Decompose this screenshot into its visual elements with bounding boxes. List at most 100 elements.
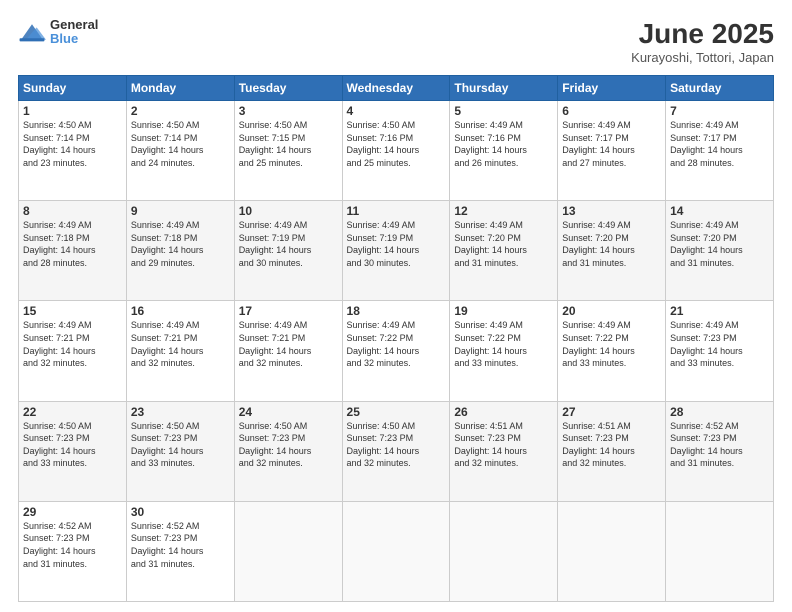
- logo: General Blue: [18, 18, 98, 47]
- week-row-5: 29Sunrise: 4:52 AM Sunset: 7:23 PM Dayli…: [19, 501, 774, 601]
- table-cell: 28Sunrise: 4:52 AM Sunset: 7:23 PM Dayli…: [666, 401, 774, 501]
- calendar-subtitle: Kurayoshi, Tottori, Japan: [631, 50, 774, 65]
- table-cell: 21Sunrise: 4:49 AM Sunset: 7:23 PM Dayli…: [666, 301, 774, 401]
- day-number: 23: [131, 405, 230, 419]
- header-thursday: Thursday: [450, 76, 558, 101]
- table-cell: 26Sunrise: 4:51 AM Sunset: 7:23 PM Dayli…: [450, 401, 558, 501]
- header-wednesday: Wednesday: [342, 76, 450, 101]
- table-cell: [234, 501, 342, 601]
- day-info: Sunrise: 4:49 AM Sunset: 7:16 PM Dayligh…: [454, 119, 553, 169]
- day-number: 8: [23, 204, 122, 218]
- logo-line1: General: [50, 18, 98, 32]
- day-info: Sunrise: 4:49 AM Sunset: 7:21 PM Dayligh…: [239, 319, 338, 369]
- table-cell: 4Sunrise: 4:50 AM Sunset: 7:16 PM Daylig…: [342, 101, 450, 201]
- day-number: 7: [670, 104, 769, 118]
- header: General Blue June 2025 Kurayoshi, Tottor…: [18, 18, 774, 65]
- day-info: Sunrise: 4:50 AM Sunset: 7:14 PM Dayligh…: [131, 119, 230, 169]
- table-cell: 22Sunrise: 4:50 AM Sunset: 7:23 PM Dayli…: [19, 401, 127, 501]
- day-number: 10: [239, 204, 338, 218]
- day-info: Sunrise: 4:49 AM Sunset: 7:18 PM Dayligh…: [23, 219, 122, 269]
- table-cell: 14Sunrise: 4:49 AM Sunset: 7:20 PM Dayli…: [666, 201, 774, 301]
- week-row-3: 15Sunrise: 4:49 AM Sunset: 7:21 PM Dayli…: [19, 301, 774, 401]
- header-sunday: Sunday: [19, 76, 127, 101]
- header-row: Sunday Monday Tuesday Wednesday Thursday…: [19, 76, 774, 101]
- day-info: Sunrise: 4:50 AM Sunset: 7:15 PM Dayligh…: [239, 119, 338, 169]
- header-monday: Monday: [126, 76, 234, 101]
- day-number: 18: [347, 304, 446, 318]
- day-info: Sunrise: 4:49 AM Sunset: 7:20 PM Dayligh…: [562, 219, 661, 269]
- day-number: 21: [670, 304, 769, 318]
- day-number: 30: [131, 505, 230, 519]
- table-cell: 1Sunrise: 4:50 AM Sunset: 7:14 PM Daylig…: [19, 101, 127, 201]
- day-info: Sunrise: 4:50 AM Sunset: 7:23 PM Dayligh…: [23, 420, 122, 470]
- day-info: Sunrise: 4:49 AM Sunset: 7:21 PM Dayligh…: [23, 319, 122, 369]
- header-tuesday: Tuesday: [234, 76, 342, 101]
- table-cell: 6Sunrise: 4:49 AM Sunset: 7:17 PM Daylig…: [558, 101, 666, 201]
- day-number: 27: [562, 405, 661, 419]
- logo-icon: [18, 18, 46, 46]
- table-cell: 7Sunrise: 4:49 AM Sunset: 7:17 PM Daylig…: [666, 101, 774, 201]
- table-cell: 10Sunrise: 4:49 AM Sunset: 7:19 PM Dayli…: [234, 201, 342, 301]
- table-cell: [666, 501, 774, 601]
- table-cell: 23Sunrise: 4:50 AM Sunset: 7:23 PM Dayli…: [126, 401, 234, 501]
- table-cell: 15Sunrise: 4:49 AM Sunset: 7:21 PM Dayli…: [19, 301, 127, 401]
- day-info: Sunrise: 4:50 AM Sunset: 7:16 PM Dayligh…: [347, 119, 446, 169]
- table-cell: 18Sunrise: 4:49 AM Sunset: 7:22 PM Dayli…: [342, 301, 450, 401]
- week-row-4: 22Sunrise: 4:50 AM Sunset: 7:23 PM Dayli…: [19, 401, 774, 501]
- day-number: 13: [562, 204, 661, 218]
- day-number: 24: [239, 405, 338, 419]
- table-cell: [342, 501, 450, 601]
- day-info: Sunrise: 4:49 AM Sunset: 7:22 PM Dayligh…: [347, 319, 446, 369]
- day-info: Sunrise: 4:51 AM Sunset: 7:23 PM Dayligh…: [562, 420, 661, 470]
- table-cell: 29Sunrise: 4:52 AM Sunset: 7:23 PM Dayli…: [19, 501, 127, 601]
- day-info: Sunrise: 4:52 AM Sunset: 7:23 PM Dayligh…: [131, 520, 230, 570]
- day-info: Sunrise: 4:50 AM Sunset: 7:23 PM Dayligh…: [239, 420, 338, 470]
- day-info: Sunrise: 4:49 AM Sunset: 7:19 PM Dayligh…: [347, 219, 446, 269]
- day-number: 1: [23, 104, 122, 118]
- table-cell: 3Sunrise: 4:50 AM Sunset: 7:15 PM Daylig…: [234, 101, 342, 201]
- calendar-table: Sunday Monday Tuesday Wednesday Thursday…: [18, 75, 774, 602]
- table-cell: 17Sunrise: 4:49 AM Sunset: 7:21 PM Dayli…: [234, 301, 342, 401]
- logo-line2: Blue: [50, 32, 98, 46]
- day-info: Sunrise: 4:49 AM Sunset: 7:17 PM Dayligh…: [670, 119, 769, 169]
- day-info: Sunrise: 4:50 AM Sunset: 7:23 PM Dayligh…: [131, 420, 230, 470]
- day-number: 16: [131, 304, 230, 318]
- header-saturday: Saturday: [666, 76, 774, 101]
- table-cell: 5Sunrise: 4:49 AM Sunset: 7:16 PM Daylig…: [450, 101, 558, 201]
- day-info: Sunrise: 4:49 AM Sunset: 7:21 PM Dayligh…: [131, 319, 230, 369]
- day-info: Sunrise: 4:50 AM Sunset: 7:23 PM Dayligh…: [347, 420, 446, 470]
- day-info: Sunrise: 4:50 AM Sunset: 7:14 PM Dayligh…: [23, 119, 122, 169]
- table-cell: [450, 501, 558, 601]
- table-cell: 27Sunrise: 4:51 AM Sunset: 7:23 PM Dayli…: [558, 401, 666, 501]
- day-info: Sunrise: 4:49 AM Sunset: 7:18 PM Dayligh…: [131, 219, 230, 269]
- table-cell: 30Sunrise: 4:52 AM Sunset: 7:23 PM Dayli…: [126, 501, 234, 601]
- table-cell: 19Sunrise: 4:49 AM Sunset: 7:22 PM Dayli…: [450, 301, 558, 401]
- day-info: Sunrise: 4:49 AM Sunset: 7:23 PM Dayligh…: [670, 319, 769, 369]
- day-number: 9: [131, 204, 230, 218]
- day-info: Sunrise: 4:52 AM Sunset: 7:23 PM Dayligh…: [670, 420, 769, 470]
- week-row-2: 8Sunrise: 4:49 AM Sunset: 7:18 PM Daylig…: [19, 201, 774, 301]
- table-cell: [558, 501, 666, 601]
- day-number: 12: [454, 204, 553, 218]
- day-info: Sunrise: 4:49 AM Sunset: 7:22 PM Dayligh…: [562, 319, 661, 369]
- day-number: 25: [347, 405, 446, 419]
- table-cell: 12Sunrise: 4:49 AM Sunset: 7:20 PM Dayli…: [450, 201, 558, 301]
- day-info: Sunrise: 4:49 AM Sunset: 7:20 PM Dayligh…: [670, 219, 769, 269]
- table-cell: 11Sunrise: 4:49 AM Sunset: 7:19 PM Dayli…: [342, 201, 450, 301]
- header-friday: Friday: [558, 76, 666, 101]
- day-info: Sunrise: 4:52 AM Sunset: 7:23 PM Dayligh…: [23, 520, 122, 570]
- calendar-title: June 2025: [631, 18, 774, 50]
- table-cell: 20Sunrise: 4:49 AM Sunset: 7:22 PM Dayli…: [558, 301, 666, 401]
- day-number: 26: [454, 405, 553, 419]
- title-block: June 2025 Kurayoshi, Tottori, Japan: [631, 18, 774, 65]
- table-cell: 9Sunrise: 4:49 AM Sunset: 7:18 PM Daylig…: [126, 201, 234, 301]
- day-number: 20: [562, 304, 661, 318]
- day-info: Sunrise: 4:49 AM Sunset: 7:17 PM Dayligh…: [562, 119, 661, 169]
- day-number: 5: [454, 104, 553, 118]
- day-info: Sunrise: 4:49 AM Sunset: 7:22 PM Dayligh…: [454, 319, 553, 369]
- day-number: 29: [23, 505, 122, 519]
- logo-text: General Blue: [50, 18, 98, 47]
- day-number: 11: [347, 204, 446, 218]
- table-cell: 25Sunrise: 4:50 AM Sunset: 7:23 PM Dayli…: [342, 401, 450, 501]
- table-cell: 2Sunrise: 4:50 AM Sunset: 7:14 PM Daylig…: [126, 101, 234, 201]
